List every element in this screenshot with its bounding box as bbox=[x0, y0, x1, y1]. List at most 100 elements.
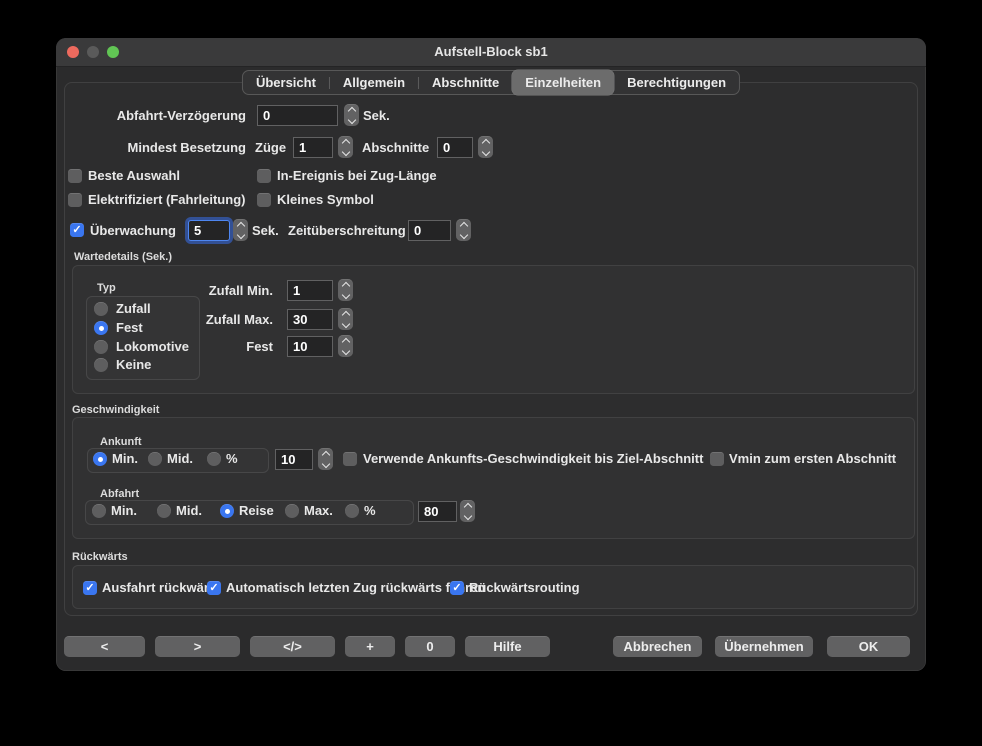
fest-field[interactable]: 10 bbox=[287, 336, 333, 357]
timeout-field[interactable]: 0 bbox=[408, 220, 451, 241]
tab-einzelheiten[interactable]: Einzelheiten bbox=[512, 70, 614, 95]
radio-label: Max. bbox=[304, 503, 333, 519]
sections-field[interactable]: 0 bbox=[437, 137, 473, 158]
checkbox-rueckwaertsrouting[interactable]: ✓ bbox=[450, 581, 464, 595]
close-button[interactable] bbox=[67, 46, 79, 58]
checkbox-beste-auswahl[interactable] bbox=[68, 169, 82, 183]
check-icon: ✓ bbox=[452, 582, 461, 594]
chevron-down-icon bbox=[459, 230, 467, 238]
trains-field[interactable]: 1 bbox=[293, 137, 333, 158]
monitoring-stepper[interactable] bbox=[233, 219, 248, 241]
tab-allgemein[interactable]: Allgemein bbox=[330, 71, 418, 94]
radio-label: Keine bbox=[116, 357, 151, 373]
departure-speed-field[interactable]: 80 bbox=[418, 501, 457, 522]
radio-departure-percent[interactable] bbox=[345, 504, 359, 518]
radio-arrival-mid[interactable] bbox=[148, 452, 162, 466]
zufall-min-stepper[interactable] bbox=[338, 279, 353, 301]
add-button[interactable]: + bbox=[345, 636, 395, 657]
checkbox-label: Verwende Ankunfts-Geschwindigkeit bis Zi… bbox=[363, 451, 703, 467]
chevron-up-icon bbox=[341, 310, 349, 318]
checkbox-ueberwachung[interactable]: ✓ bbox=[70, 223, 84, 237]
radio-dot bbox=[225, 509, 230, 514]
checkbox-label: Elektrifiziert (Fahrleitung) bbox=[88, 192, 245, 208]
radio-label: Fest bbox=[116, 320, 143, 336]
radio-label: Mid. bbox=[167, 451, 193, 467]
titlebar: Aufstell-Block sb1 bbox=[56, 38, 926, 67]
checkbox-ausfahrt-rueckwaerts[interactable]: ✓ bbox=[83, 581, 97, 595]
sections-stepper[interactable] bbox=[478, 136, 493, 158]
checkbox-kleines-symbol[interactable] bbox=[257, 193, 271, 207]
radio-arrival-percent[interactable] bbox=[207, 452, 221, 466]
radio-departure-reise[interactable] bbox=[220, 504, 234, 518]
arrival-speed-stepper[interactable] bbox=[318, 448, 333, 470]
zufall-max-stepper[interactable] bbox=[338, 308, 353, 330]
zufall-max-field[interactable]: 30 bbox=[287, 309, 333, 330]
apply-button[interactable]: Übernehmen bbox=[715, 636, 813, 657]
checkbox-elektrifiziert[interactable] bbox=[68, 193, 82, 207]
radio-arrival-min[interactable] bbox=[93, 452, 107, 466]
zufall-min-field[interactable]: 1 bbox=[287, 280, 333, 301]
chevron-down-icon bbox=[341, 147, 349, 155]
wait-details-title: Wartedetails (Sek.) bbox=[74, 251, 172, 263]
checkbox-vmin[interactable] bbox=[710, 452, 724, 466]
fest-stepper[interactable] bbox=[338, 335, 353, 357]
radio-dot bbox=[98, 457, 103, 462]
zero-button[interactable]: 0 bbox=[405, 636, 455, 657]
chevron-down-icon bbox=[341, 346, 349, 354]
radio-lokomotive[interactable] bbox=[94, 340, 108, 354]
tab-uebersicht[interactable]: Übersicht bbox=[243, 71, 329, 94]
minimize-button[interactable] bbox=[87, 46, 99, 58]
radio-departure-min[interactable] bbox=[92, 504, 106, 518]
next-button[interactable]: > bbox=[155, 636, 240, 657]
departure-delay-field[interactable]: 0 bbox=[257, 105, 338, 126]
radio-departure-max[interactable] bbox=[285, 504, 299, 518]
checkbox-use-arrival-speed[interactable] bbox=[343, 452, 357, 466]
trains-label: Züge bbox=[255, 137, 286, 158]
checkbox-label: In-Ereignis bei Zug-Länge bbox=[277, 168, 437, 184]
radio-dot bbox=[99, 326, 104, 331]
departure-delay-unit: Sek. bbox=[363, 105, 390, 126]
cancel-button[interactable]: Abbrechen bbox=[613, 636, 702, 657]
tab-abschnitte[interactable]: Abschnitte bbox=[419, 71, 512, 94]
chevron-up-icon bbox=[321, 450, 329, 458]
chevron-up-icon bbox=[481, 138, 489, 146]
chevron-down-icon bbox=[463, 511, 471, 519]
help-button[interactable]: Hilfe bbox=[465, 636, 550, 657]
prev-button[interactable]: < bbox=[64, 636, 145, 657]
radio-label: Mid. bbox=[176, 503, 202, 519]
radio-label: Min. bbox=[111, 503, 137, 519]
radio-zufall[interactable] bbox=[94, 302, 108, 316]
dialog-window: Aufstell-Block sb1 Übersicht Allgemein A… bbox=[56, 38, 926, 671]
timeout-stepper[interactable] bbox=[456, 219, 471, 241]
fest-label: Fest bbox=[156, 336, 273, 357]
checkbox-label: Beste Auswahl bbox=[88, 168, 180, 184]
departure-speed-stepper[interactable] bbox=[460, 500, 475, 522]
radio-label: % bbox=[226, 451, 238, 467]
check-icon: ✓ bbox=[209, 582, 218, 594]
chevron-down-icon bbox=[341, 290, 349, 298]
chevron-down-icon bbox=[341, 319, 349, 327]
monitoring-field[interactable]: 5 bbox=[188, 220, 230, 241]
ok-button[interactable]: OK bbox=[827, 636, 910, 657]
radio-label: Reise bbox=[239, 503, 274, 519]
radio-keine[interactable] bbox=[94, 358, 108, 372]
checkbox-label: Rückwärtsrouting bbox=[469, 580, 580, 596]
timeout-label: Zeitüberschreitung bbox=[288, 220, 406, 241]
departure-delay-stepper[interactable] bbox=[344, 104, 359, 126]
checkbox-automatisch-letzter-zug[interactable]: ✓ bbox=[207, 581, 221, 595]
trains-stepper[interactable] bbox=[338, 136, 353, 158]
speed-title: Geschwindigkeit bbox=[72, 404, 159, 416]
departure-label: Abfahrt bbox=[100, 488, 139, 500]
min-occupancy-label: Mindest Besetzung bbox=[64, 137, 246, 158]
checkbox-in-ereignis[interactable] bbox=[257, 169, 271, 183]
zoom-button[interactable] bbox=[107, 46, 119, 58]
chevron-up-icon bbox=[341, 281, 349, 289]
chevron-up-icon bbox=[341, 337, 349, 345]
check-icon: ✓ bbox=[85, 582, 94, 594]
code-button[interactable]: </> bbox=[250, 636, 335, 657]
tab-berechtigungen[interactable]: Berechtigungen bbox=[614, 71, 739, 94]
chevron-down-icon bbox=[236, 230, 244, 238]
radio-fest[interactable] bbox=[94, 321, 108, 335]
radio-departure-mid[interactable] bbox=[157, 504, 171, 518]
arrival-speed-field[interactable]: 10 bbox=[275, 449, 313, 470]
